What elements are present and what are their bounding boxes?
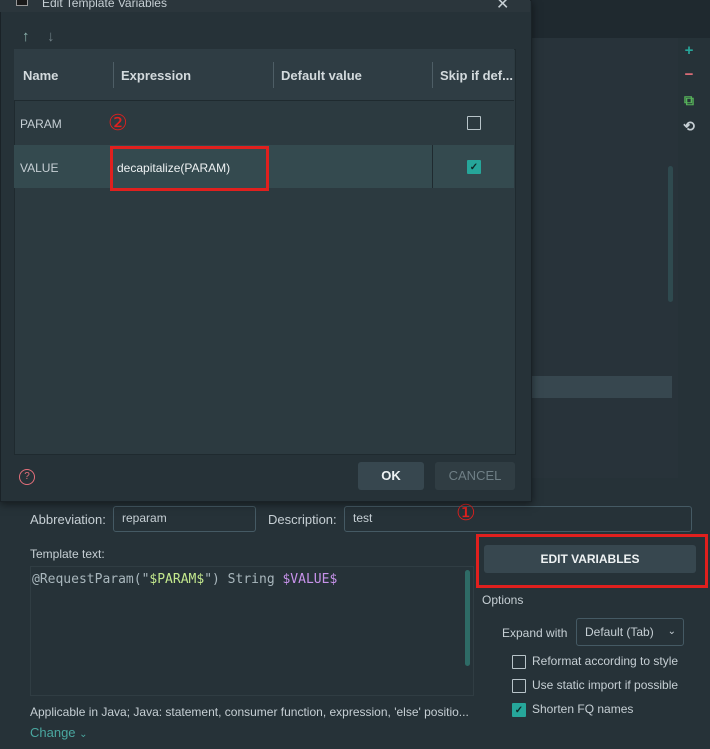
annotation-marker-2: ② [108,110,128,135]
column-header-default-value[interactable]: Default value [281,68,362,83]
add-icon[interactable]: + [679,40,699,60]
column-separator [273,62,274,88]
change-context-link[interactable]: Change ⌄ [30,725,88,740]
background-template-list [530,38,679,478]
column-header-expression[interactable]: Expression [121,68,191,83]
move-down-icon[interactable]: ↓ [47,28,55,45]
options-label: Options [482,593,524,607]
app-icon [16,0,28,6]
row-param-name[interactable]: PARAM [20,117,62,131]
chevron-down-icon: ⌄ [79,729,88,740]
editor-scrollbar[interactable] [465,570,470,666]
table-header [14,49,514,101]
annotation-marker-1: ① [456,500,476,525]
variables-table [14,49,516,455]
reformat-label: Reformat according to style [532,654,679,668]
remove-icon[interactable]: − [679,64,699,84]
restore-icon[interactable]: ⟲ [679,116,699,136]
column-header-name[interactable]: Name [23,68,58,83]
edit-variables-button[interactable]: EDIT VARIABLES [484,545,696,573]
vertical-scrollbar[interactable] [668,166,673,302]
expand-with-label: Expand with [502,626,568,640]
static-import-checkbox[interactable] [512,679,526,693]
reformat-checkbox[interactable] [512,655,526,669]
close-icon[interactable]: ✕ [496,0,509,14]
cancel-button[interactable]: CANCEL [435,462,515,490]
shorten-fq-label: Shorten FQ names [532,702,634,716]
cell-divider [432,145,433,188]
column-separator [432,62,433,88]
description-input[interactable]: test [344,506,692,532]
row-value-name[interactable]: VALUE [20,161,58,175]
chevron-down-icon: ⌄ [667,626,676,637]
copy-icon[interactable]: ⧉ [679,90,699,110]
applicable-contexts-text: Applicable in Java; Java: statement, con… [30,705,469,719]
abbreviation-label: Abbreviation: [30,512,106,527]
row-param-skip-checkbox[interactable] [467,116,481,130]
ok-button[interactable]: OK [358,462,424,490]
shorten-fq-checkbox[interactable]: ✓ [512,703,526,717]
abbreviation-input[interactable]: reparam [113,506,256,532]
template-text-label: Template text: [30,547,105,561]
param-variable: $PARAM$ [149,572,205,587]
static-import-label: Use static import if possible [532,678,679,692]
row-value-skip-checkbox[interactable]: ✓ [467,160,481,174]
template-code: @RequestParam("$PARAM$") String $VALUE$ [32,572,338,587]
description-label: Description: [268,512,337,527]
column-header-skip[interactable]: Skip if def... [440,68,513,83]
horizontal-scrollbar[interactable] [530,376,672,398]
move-up-icon[interactable]: ↑ [22,28,30,45]
row-value-expression[interactable]: decapitalize(PARAM) [117,161,230,175]
value-variable: $VALUE$ [282,572,338,587]
dialog-title: Edit Template Variables [42,0,167,10]
column-separator [113,62,114,88]
help-icon[interactable]: ? [19,469,35,485]
expand-with-select[interactable]: Default (Tab) ⌄ [576,618,684,646]
